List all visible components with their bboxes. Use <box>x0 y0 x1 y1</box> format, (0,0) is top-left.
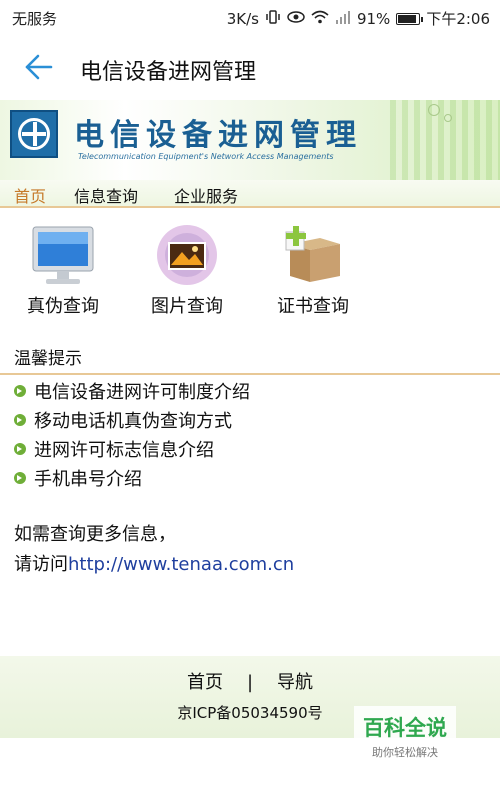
tips-list: 电信设备进网许可制度介绍 移动电话机真伪查询方式 进网许可标志信息介绍 手机串号… <box>14 376 494 492</box>
status-icons: 3K/s 91% 下午2:06 <box>227 8 490 29</box>
tip-text: 手机串号介绍 <box>34 468 142 490</box>
service-certificate-query[interactable]: 证书查询 <box>258 224 368 318</box>
service-label: 证书查询 <box>277 296 349 317</box>
picture-icon <box>154 224 220 286</box>
watermark-subtitle: 助你轻松解决 <box>372 746 438 759</box>
battery-percent: 91% <box>356 9 391 28</box>
arrow-bullet-icon <box>14 442 26 455</box>
carrier-text: 无服务 <box>12 10 58 28</box>
banner-decoration <box>390 100 500 180</box>
tab-home[interactable]: 首页 <box>14 180 46 206</box>
footer-separator: | <box>246 672 254 693</box>
tip-text: 电信设备进网许可制度介绍 <box>34 381 250 403</box>
tip-text: 移动电话机真伪查询方式 <box>34 410 232 432</box>
footer-nav-link[interactable]: 导航 <box>277 672 313 693</box>
site-banner: 电信设备进网管理 Telecommunication Equipment's N… <box>0 100 500 180</box>
vibrate-icon <box>265 9 281 29</box>
tip-link-phone-verification[interactable]: 移动电话机真伪查询方式 <box>14 405 494 434</box>
status-bar: 无服务 3K/s 91% 下午2:06 <box>0 0 500 34</box>
tips-divider <box>0 373 500 375</box>
arrow-bullet-icon <box>14 413 26 426</box>
more-info-prefix: 请访问 <box>14 554 68 575</box>
banner-title: 电信设备进网管理 <box>74 118 362 153</box>
certificate-box-icon <box>280 224 346 286</box>
eye-icon <box>287 10 305 28</box>
bubble-decoration <box>444 114 452 122</box>
footer-links: 首页 | 导航 <box>0 668 500 694</box>
bubble-decoration <box>428 104 440 116</box>
nav-tabs: 首页 信息查询 企业服务 <box>0 180 500 208</box>
more-info-line2: 请访问http://www.tenaa.com.cn <box>14 550 294 580</box>
arrow-bullet-icon <box>14 471 26 484</box>
page-title: 电信设备进网管理 <box>80 60 257 85</box>
service-picture-query[interactable]: 图片查询 <box>132 224 242 318</box>
tab-enterprise-service[interactable]: 企业服务 <box>174 180 238 206</box>
title-bar: 电信设备进网管理 <box>0 34 500 100</box>
service-label: 图片查询 <box>151 296 223 317</box>
footer-home-link[interactable]: 首页 <box>187 672 223 693</box>
watermark-title: 百科全说 <box>363 716 447 740</box>
clock-time: 下午2:06 <box>426 10 490 28</box>
banner-subtitle: Telecommunication Equipment's Network Ac… <box>78 152 334 161</box>
service-label: 真伪查询 <box>27 296 99 317</box>
arrow-bullet-icon <box>14 384 26 397</box>
battery-icon <box>396 12 424 25</box>
service-authenticity-query[interactable]: 真伪查询 <box>8 224 118 318</box>
back-button[interactable] <box>22 50 56 84</box>
watermark: 百科全说 助你轻松解决 <box>354 706 456 766</box>
more-info: 如需查询更多信息， 请访问http://www.tenaa.com.cn <box>14 520 294 580</box>
tip-link-imei[interactable]: 手机串号介绍 <box>14 463 494 492</box>
service-grid: 真伪查询 图片查询 证书查询 <box>0 224 500 324</box>
back-arrow-icon <box>25 54 53 80</box>
tab-info-query[interactable]: 信息查询 <box>74 180 138 206</box>
network-speed: 3K/s <box>226 9 259 28</box>
wifi-icon <box>311 10 329 28</box>
website-link[interactable]: http://www.tenaa.com.cn <box>68 554 294 575</box>
tip-link-license-mark[interactable]: 进网许可标志信息介绍 <box>14 434 494 463</box>
more-info-line1: 如需查询更多信息， <box>14 524 176 545</box>
tips-heading: 温馨提示 <box>14 349 82 369</box>
monitor-icon <box>30 224 96 286</box>
site-logo-icon <box>10 110 58 158</box>
tip-link-access-license[interactable]: 电信设备进网许可制度介绍 <box>14 376 494 405</box>
signal-icon <box>335 10 351 28</box>
tip-text: 进网许可标志信息介绍 <box>34 439 214 461</box>
